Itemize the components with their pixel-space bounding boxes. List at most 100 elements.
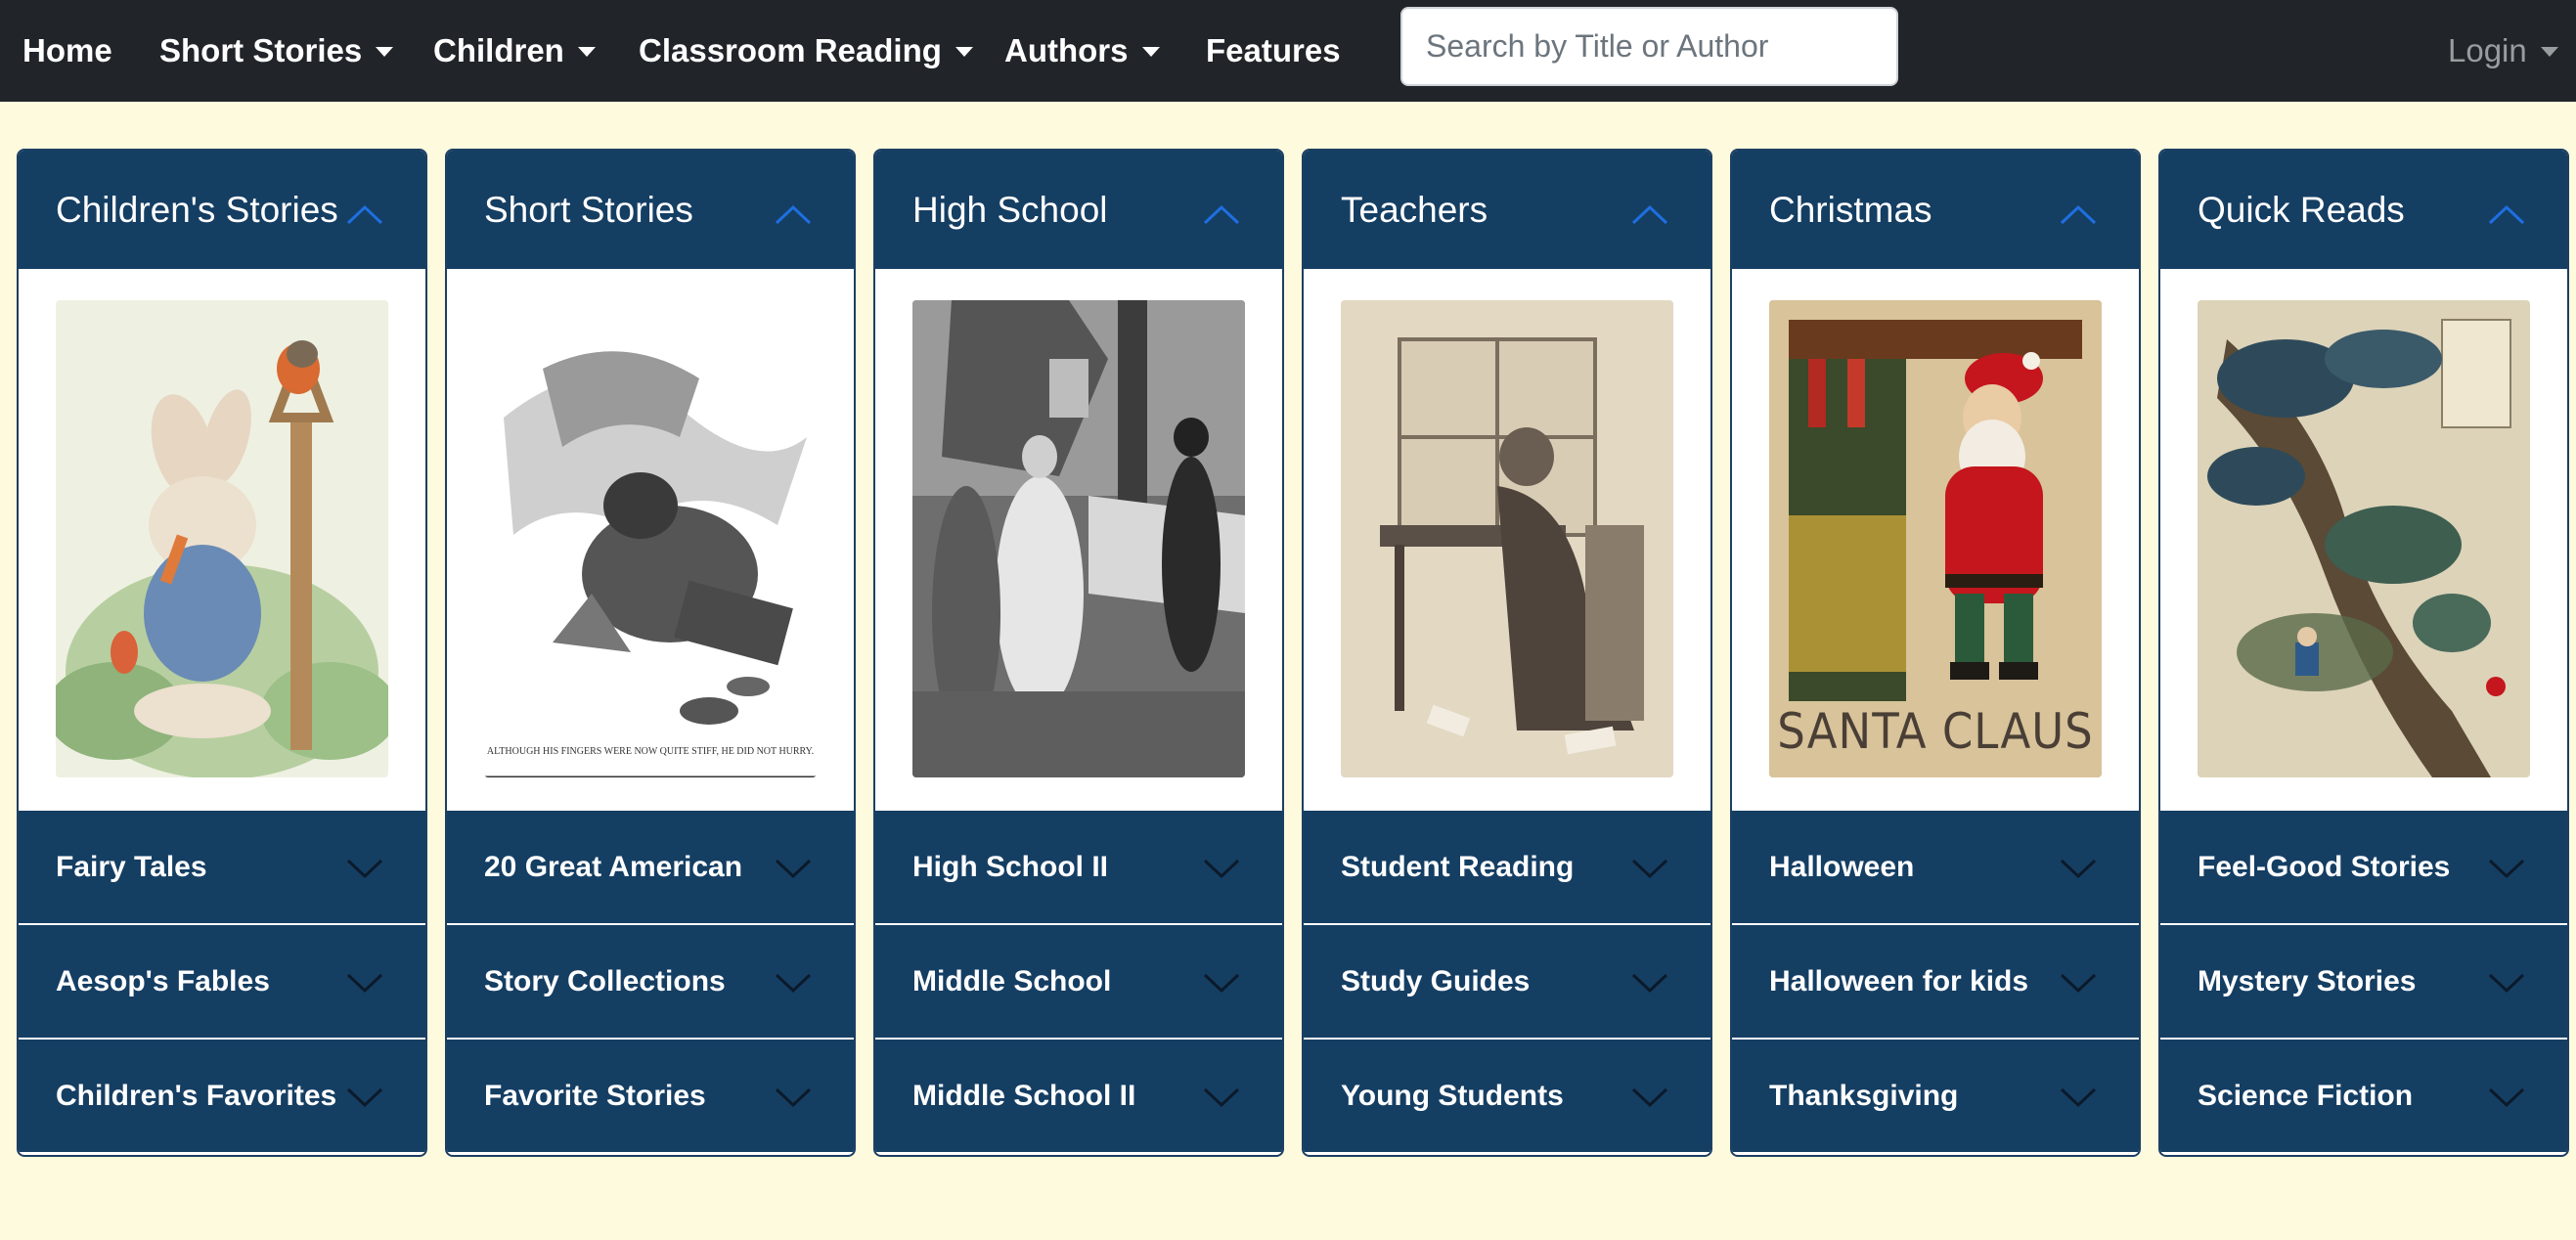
accordion-item-label: Mystery Stories [2198,964,2417,997]
accordion-item-label: Science Fiction [2198,1079,2414,1112]
accordion-item[interactable]: Middle School II [875,1038,1282,1152]
chevron-down-icon[interactable] [2059,1086,2098,1108]
card-image[interactable]: ALTHOUGH HIS FINGERS WERE NOW QUITE STIF… [447,269,854,809]
accordion-item[interactable]: High School II [875,809,1282,923]
chevron-up-icon[interactable] [1630,203,1669,225]
accordion-item[interactable]: Feel-Good Stories [2160,809,2567,923]
accordion-item-label: Middle School II [912,1079,1136,1112]
santa-claus-poster: SANTA CLAUS [1769,300,2102,777]
chevron-down-icon[interactable] [1630,1086,1669,1108]
accordion-item-label: 20 Great American [484,850,743,883]
chevron-down-icon[interactable] [2487,1086,2526,1108]
accordion-item-label: Middle School [912,964,1112,997]
chevron-up-icon[interactable] [1202,203,1241,225]
accordion-item-label: High School II [912,850,1108,883]
chevron-up-icon[interactable] [2487,203,2526,225]
chevron-down-icon[interactable] [1202,858,1241,879]
accordion-item-label: Favorite Stories [484,1079,706,1112]
accordion-item[interactable]: Favorite Stories [447,1038,854,1152]
nav-classroom-reading-dropdown[interactable]: Classroom Reading [639,0,973,102]
chevron-down-icon[interactable] [2487,972,2526,994]
card-title: High School [912,189,1108,230]
chevron-down-icon[interactable] [1630,972,1669,994]
chevron-down-icon[interactable] [774,858,813,879]
chevron-down-icon[interactable] [2059,858,2098,879]
card-header[interactable]: Teachers [1304,151,1710,269]
chevron-down-icon[interactable] [345,1086,384,1108]
accordion-item-label: Young Students [1341,1079,1564,1112]
chevron-down-icon[interactable] [2487,858,2526,879]
chevron-down-icon[interactable] [1202,972,1241,994]
nav-short-stories-dropdown[interactable]: Short Stories [159,0,394,102]
caret-down-icon [376,47,394,57]
card-header[interactable]: Quick Reads [2160,151,2567,269]
accordion-item[interactable]: Halloween [1732,809,2139,923]
accordion-item-label: Halloween for kids [1769,964,2029,997]
nav-short-stories-label: Short Stories [159,32,363,68]
chevron-down-icon[interactable] [1630,858,1669,879]
peter-rabbit-illustration [56,300,388,777]
nav-home-label: Home [22,32,112,68]
card-image[interactable] [2160,269,2567,809]
card-high-school: High School High School II Middle School… [873,149,1284,1157]
chevron-down-icon[interactable] [774,972,813,994]
card-title: Quick Reads [2198,189,2405,230]
chevron-up-icon[interactable] [2059,203,2098,225]
image-caption: SANTA CLAUS [1777,703,2094,760]
top-navbar: Home Short Stories Children Classroom Re… [0,0,2576,102]
accordion-item[interactable]: Study Guides [1304,923,1710,1038]
chevron-up-icon[interactable] [345,203,384,225]
accordion-item[interactable]: Middle School [875,923,1282,1038]
accordion-item[interactable]: 20 Great American [447,809,854,923]
chevron-down-icon[interactable] [1202,1086,1241,1108]
chevron-down-icon[interactable] [774,1086,813,1108]
card-header[interactable]: Short Stories [447,151,854,269]
nav-home-link[interactable]: Home [22,0,112,102]
card-title: Short Stories [484,189,693,230]
card-image[interactable]: SANTA CLAUS [1732,269,2139,809]
nav-features-label: Features [1206,32,1341,68]
nav-login-label: Login [2448,32,2527,68]
nav-children-dropdown[interactable]: Children [433,0,596,102]
image-caption: ALTHOUGH HIS FINGERS WERE NOW QUITE STIF… [486,746,815,757]
card-image[interactable] [1304,269,1710,809]
accordion-item[interactable]: Story Collections [447,923,854,1038]
accordion-item[interactable]: Student Reading [1304,809,1710,923]
chevron-down-icon[interactable] [345,972,384,994]
chevron-up-icon[interactable] [774,203,813,225]
nav-login-dropdown[interactable]: Login [2448,0,2558,102]
card-short-stories: Short Stories ALTHOUGH HIS FINGERS WERE … [445,149,856,1157]
accordion-item[interactable]: Young Students [1304,1038,1710,1152]
card-teachers: Teachers Student Reading Study Guides Yo… [1302,149,1712,1157]
accordion-item[interactable]: Children's Favorites [19,1038,425,1152]
accordion-item-label: Story Collections [484,964,726,997]
card-title: Children's Stories [56,189,338,230]
woman-writing-at-desk-engraving [1341,300,1673,777]
accordion-item[interactable]: Fairy Tales [19,809,425,923]
caret-down-icon [955,47,973,57]
nav-classroom-reading-label: Classroom Reading [639,32,942,68]
accordion-item[interactable]: Thanksgiving [1732,1038,2139,1152]
card-childrens-stories: Children's Stories Fairy Tales Aesop's F… [17,149,427,1157]
search-input[interactable] [1400,7,1898,86]
card-header[interactable]: Christmas [1732,151,2139,269]
card-image[interactable] [19,269,425,809]
accordion-item-label: Feel-Good Stories [2198,850,2451,883]
accordion-item[interactable]: Science Fiction [2160,1038,2567,1152]
accordion-item-label: Halloween [1769,850,1915,883]
caret-down-icon [577,47,596,57]
chevron-down-icon[interactable] [345,858,384,879]
man-kneeling-by-fire-illustration: ALTHOUGH HIS FINGERS WERE NOW QUITE STIF… [484,300,817,777]
card-header[interactable]: Children's Stories [19,151,425,269]
accordion-item[interactable]: Mystery Stories [2160,923,2567,1038]
card-image[interactable] [875,269,1282,809]
nav-features-link[interactable]: Features [1206,0,1341,102]
chevron-down-icon[interactable] [2059,972,2098,994]
card-header[interactable]: High School [875,151,1282,269]
accordion-item-label: Fairy Tales [56,850,207,883]
accordion-item[interactable]: Aesop's Fables [19,923,425,1038]
nav-authors-dropdown[interactable]: Authors [1004,0,1160,102]
accordion-item-label: Student Reading [1341,850,1575,883]
japanese-woodblock-tree-print [2198,300,2530,777]
accordion-item[interactable]: Halloween for kids [1732,923,2139,1038]
